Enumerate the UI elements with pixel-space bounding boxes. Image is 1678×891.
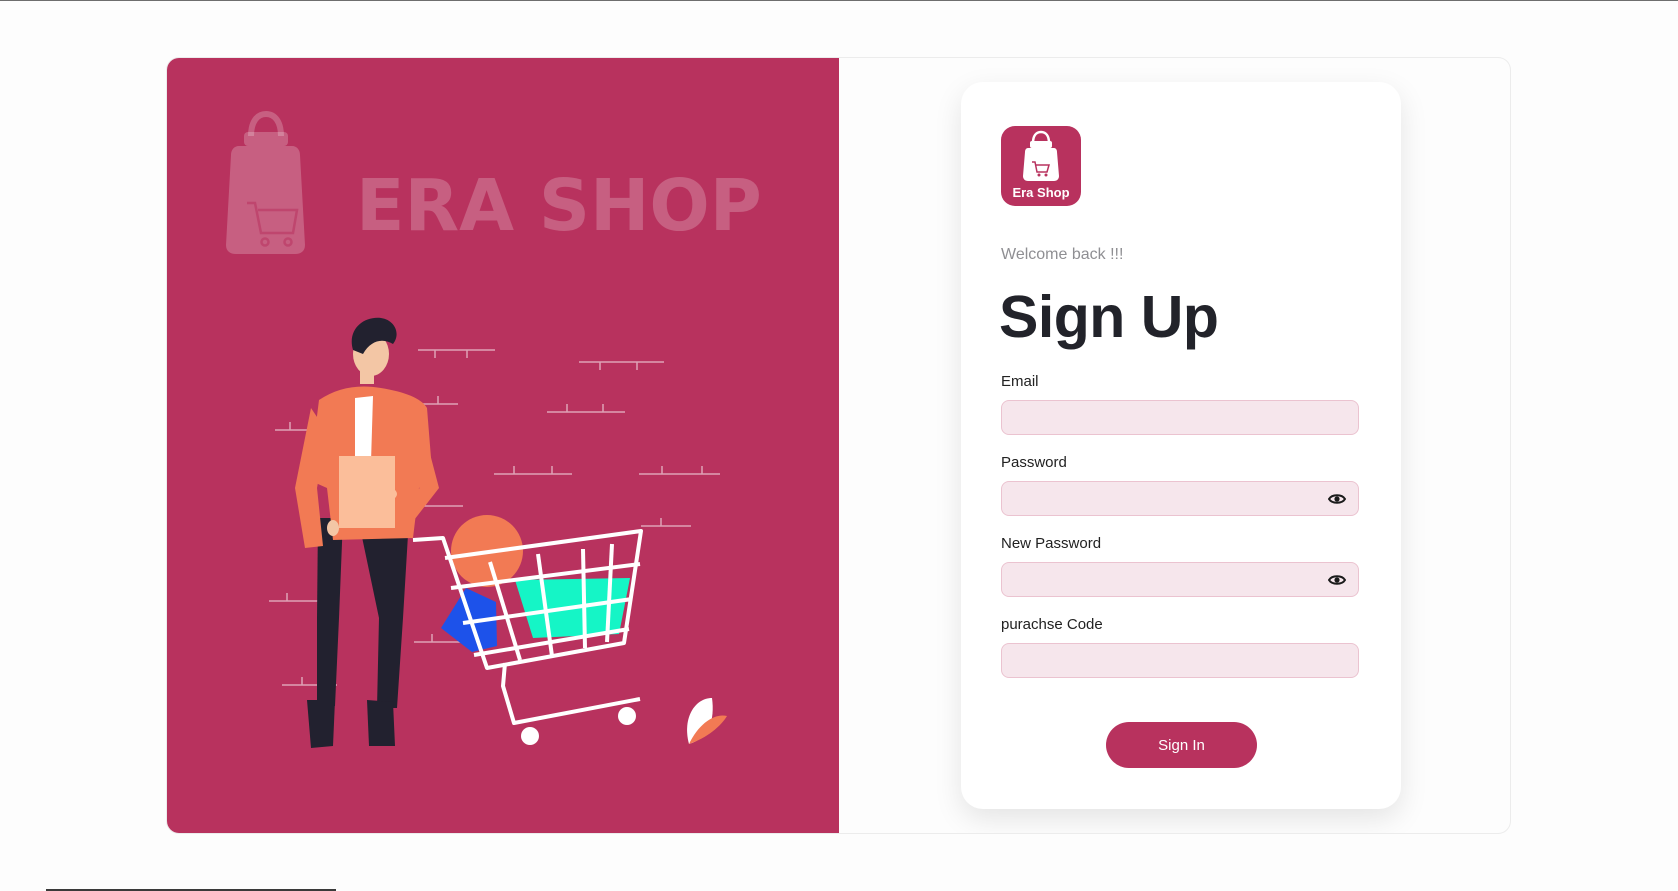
hero-panel: ERA SHOP bbox=[167, 58, 839, 833]
new-password-input[interactable] bbox=[1002, 563, 1358, 596]
password-input[interactable] bbox=[1002, 482, 1358, 515]
cart-wheel bbox=[521, 727, 539, 745]
sign-in-button[interactable]: Sign In bbox=[1106, 722, 1257, 768]
eye-icon[interactable] bbox=[1328, 572, 1346, 588]
watermark-text: ERA SHOP bbox=[356, 164, 762, 247]
password-field[interactable] bbox=[1001, 481, 1359, 516]
cart-wheel bbox=[618, 707, 636, 725]
eye-icon[interactable] bbox=[1328, 491, 1346, 507]
auth-container: ERA SHOP Era Shop Welcome back !!! Sign … bbox=[167, 58, 1510, 833]
page-title: Sign Up bbox=[999, 284, 1219, 350]
purchase-code-input[interactable] bbox=[1002, 644, 1358, 677]
top-border bbox=[0, 0, 1678, 1]
password-label: Password bbox=[1001, 454, 1067, 471]
person-illustration bbox=[295, 317, 439, 748]
new-password-label: New Password bbox=[1001, 535, 1102, 552]
email-input[interactable] bbox=[1002, 401, 1358, 434]
purchase-code-label: purachse Code bbox=[1001, 616, 1103, 633]
new-password-field[interactable] bbox=[1001, 562, 1359, 597]
logo-text: Era Shop bbox=[1012, 185, 1070, 200]
welcome-text: Welcome back !!! bbox=[1001, 246, 1124, 263]
purchase-code-field[interactable] bbox=[1001, 643, 1359, 678]
app-logo: Era Shop bbox=[1001, 126, 1081, 206]
signup-card: Era Shop Welcome back !!! Sign Up Email … bbox=[961, 82, 1401, 809]
email-field[interactable] bbox=[1001, 400, 1359, 435]
email-label: Email bbox=[1001, 373, 1039, 390]
shopping-illustration: ERA SHOP bbox=[226, 110, 762, 748]
